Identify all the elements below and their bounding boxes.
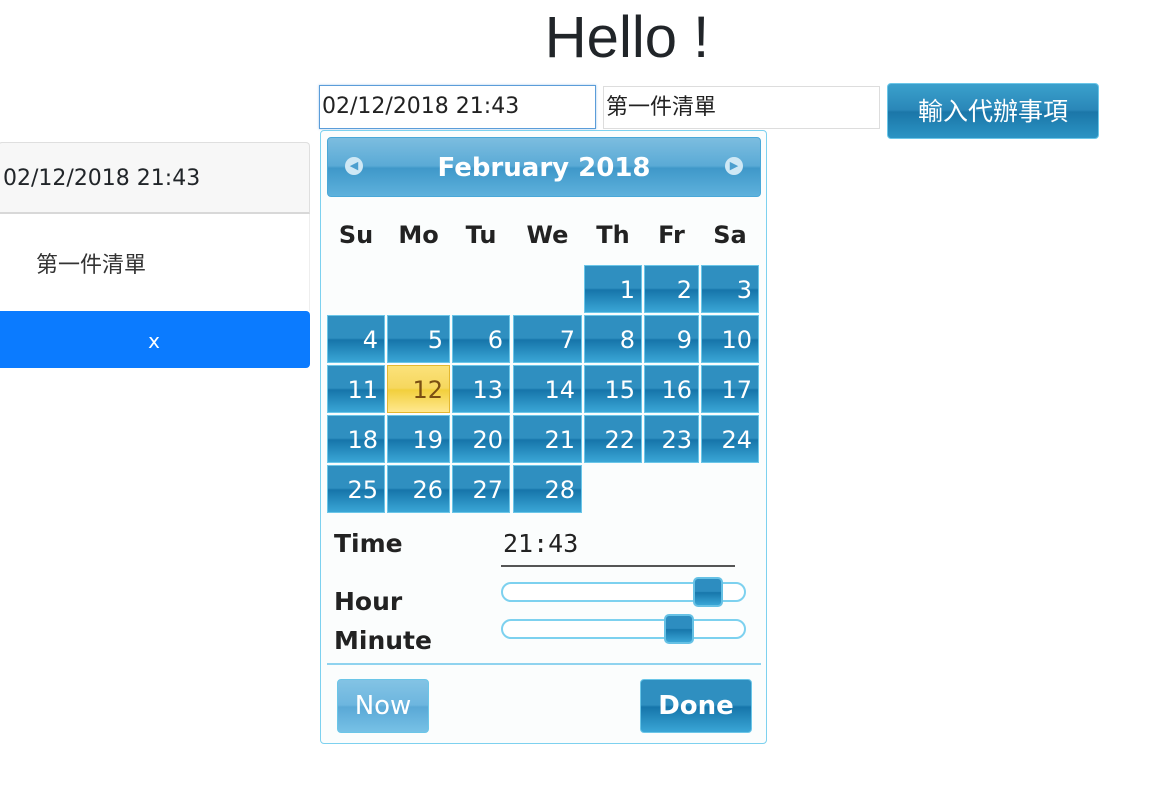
next-month-icon[interactable]: ▶ [725, 157, 743, 175]
hour-slider[interactable] [501, 577, 746, 607]
time-label: Time [334, 529, 403, 558]
buttonpane-divider [327, 663, 761, 665]
calendar-day[interactable]: 25 [327, 465, 385, 513]
datepicker-header: ◀ February 2018 ▶ [327, 137, 761, 197]
calendar-day[interactable]: 26 [387, 465, 450, 513]
calendar-day[interactable]: 2 [644, 265, 699, 313]
calendar-day[interactable]: 6 [452, 315, 510, 363]
todo-list: 02/12/2018 21:43 第一件清單 x [0, 142, 310, 368]
calendar-day[interactable]: 12 [387, 365, 450, 413]
weekday-header: Fr [658, 221, 685, 249]
calendar-day[interactable]: 16 [644, 365, 699, 413]
calendar-day[interactable]: 23 [644, 415, 699, 463]
weekday-header: Th [596, 221, 630, 249]
todo-date-header: 02/12/2018 21:43 [0, 142, 310, 214]
weekday-header: Mo [398, 221, 439, 249]
datetime-picker: ◀ February 2018 ▶ Su Mo Tu We Th Fr Sa 1234567… [320, 130, 767, 744]
weekday-header: We [526, 221, 569, 249]
add-todo-button[interactable]: 輸入代辦事項 [887, 83, 1099, 139]
calendar-day[interactable]: 9 [644, 315, 699, 363]
calendar-day[interactable]: 5 [387, 315, 450, 363]
minute-label: Minute [334, 626, 432, 655]
done-button[interactable]: Done [640, 679, 752, 733]
todo-text-input[interactable]: 第一件清單 [603, 86, 880, 129]
calendar-day[interactable]: 7 [513, 315, 582, 363]
datepicker-month-title: February 2018 [437, 153, 651, 183]
weekday-header: Tu [465, 221, 497, 249]
minute-slider[interactable] [501, 614, 746, 644]
calendar-day[interactable]: 20 [452, 415, 510, 463]
weekday-header: Su [338, 221, 374, 249]
calendar-day[interactable]: 13 [452, 365, 510, 413]
now-button[interactable]: Now [337, 679, 429, 733]
calendar-day[interactable]: 14 [513, 365, 582, 413]
calendar-day[interactable]: 15 [584, 365, 642, 413]
calendar-day[interactable]: 3 [701, 265, 759, 313]
weekday-header: Sa [713, 221, 747, 249]
calendar-day[interactable]: 27 [452, 465, 510, 513]
calendar-day[interactable]: 19 [387, 415, 450, 463]
calendar-day[interactable]: 24 [701, 415, 759, 463]
calendar-day[interactable]: 28 [513, 465, 582, 513]
calendar-day[interactable]: 10 [701, 315, 759, 363]
page-title: Hello ! [544, 5, 710, 70]
todo-item-text: 第一件清單 [0, 214, 310, 311]
calendar-day[interactable]: 8 [584, 315, 642, 363]
calendar-day[interactable]: 1 [584, 265, 642, 313]
calendar-day[interactable]: 4 [327, 315, 385, 363]
calendar-day[interactable]: 21 [513, 415, 582, 463]
calendar-day[interactable]: 17 [701, 365, 759, 413]
calendar-day[interactable]: 22 [584, 415, 642, 463]
date-time-input[interactable]: 02/12/2018 21:43 [319, 85, 596, 129]
time-value: 21:43 [501, 529, 735, 567]
calendar-day[interactable]: 18 [327, 415, 385, 463]
hour-slider-handle[interactable] [693, 577, 723, 607]
minute-slider-handle[interactable] [664, 614, 694, 644]
delete-todo-button[interactable]: x [0, 311, 310, 368]
hour-label: Hour [334, 587, 403, 616]
calendar-day[interactable]: 11 [327, 365, 385, 413]
